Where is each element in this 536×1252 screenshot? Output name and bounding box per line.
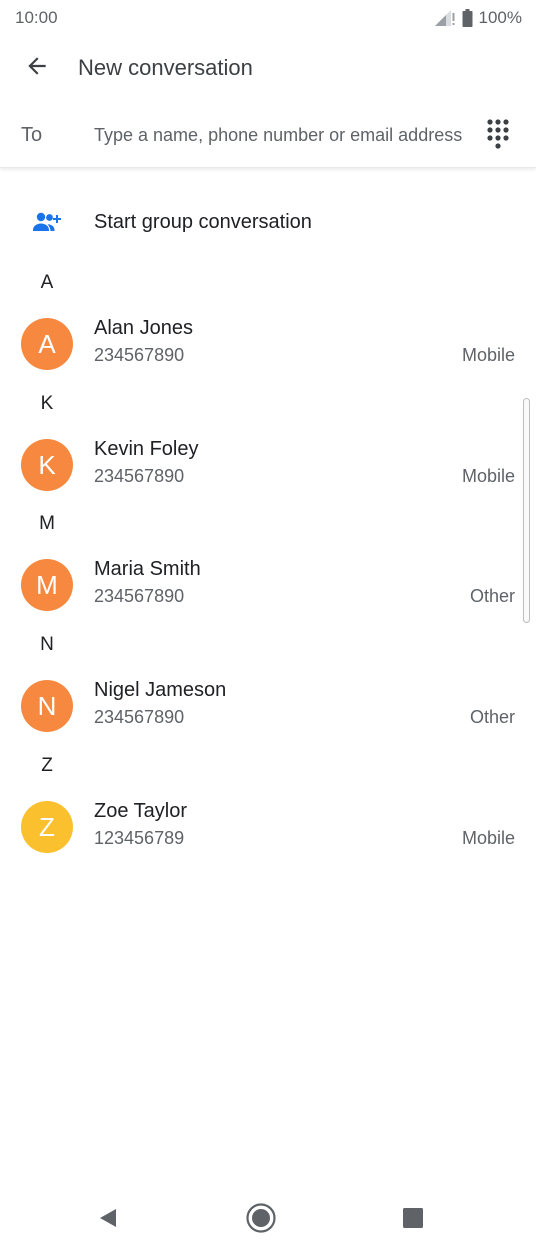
dialpad-button[interactable] [480, 118, 516, 154]
battery-icon [462, 9, 473, 27]
group-add-icon [0, 211, 94, 233]
contact-number-type: Mobile [461, 828, 515, 848]
battery-level: 100% [478, 8, 522, 27]
contact-number-type: Other [469, 586, 515, 606]
avatar: K [21, 439, 73, 491]
avatar: N [21, 680, 73, 732]
contact-number-type: Mobile [461, 345, 515, 365]
app-bar: New conversation [0, 36, 536, 100]
contact-name: Kevin Foley [94, 438, 199, 460]
to-label: To [21, 124, 43, 146]
contact-number: 234567890 [94, 707, 185, 727]
section-header-m: M [39, 513, 55, 534]
nav-back-icon [97, 1207, 119, 1234]
contact-name: Nigel Jameson [94, 679, 227, 701]
status-icons: 100% [434, 8, 522, 28]
nav-recents-button[interactable] [393, 1200, 433, 1240]
avatar: M [21, 559, 73, 611]
contact-row[interactable]: Z Zoe Taylor 123456789 Mobile [0, 787, 536, 867]
dialpad-icon [486, 118, 510, 155]
page-title: New conversation [78, 55, 253, 80]
nav-home-button[interactable] [241, 1200, 281, 1240]
contact-number: 234567890 [94, 586, 185, 606]
status-time: 10:00 [15, 8, 58, 27]
contact-number-type: Mobile [461, 466, 515, 486]
screen: 10:00 100% New conversation To Type a na… [0, 0, 536, 1252]
nav-recents-icon [402, 1207, 424, 1234]
scrollbar[interactable] [523, 398, 530, 623]
section-header-z: Z [41, 755, 53, 776]
avatar: Z [21, 801, 73, 853]
contact-name: Maria Smith [94, 558, 201, 580]
nav-home-icon [245, 1202, 277, 1239]
recipient-row: To [0, 104, 536, 168]
contact-number: 123456789 [94, 828, 185, 848]
contact-row[interactable]: A Alan Jones 234567890 Mobile [0, 304, 536, 384]
contact-row[interactable]: N Nigel Jameson 234567890 Other [0, 666, 536, 746]
start-group-conversation[interactable]: Start group conversation [0, 190, 536, 254]
contact-name: Alan Jones [94, 317, 193, 339]
nav-back-button[interactable] [88, 1200, 128, 1240]
contact-number-type: Other [469, 707, 515, 727]
contact-name: Zoe Taylor [94, 800, 188, 822]
system-nav-bar [0, 1188, 536, 1252]
avatar: A [21, 318, 73, 370]
contact-number: 234567890 [94, 466, 185, 486]
section-header-n: N [40, 634, 54, 655]
arrow-back-icon [24, 53, 50, 84]
start-group-label: Start group conversation [94, 210, 312, 233]
section-header-k: K [40, 393, 54, 414]
back-button[interactable] [9, 40, 65, 96]
status-bar: 10:00 100% [0, 0, 536, 36]
signal-icon [434, 9, 456, 27]
section-header-a: A [40, 272, 54, 293]
contact-row[interactable]: M Maria Smith 234567890 Other [0, 545, 536, 625]
recipient-input[interactable] [94, 125, 474, 146]
contact-row[interactable]: K Kevin Foley 234567890 Mobile [0, 425, 536, 505]
contact-number: 234567890 [94, 345, 185, 365]
